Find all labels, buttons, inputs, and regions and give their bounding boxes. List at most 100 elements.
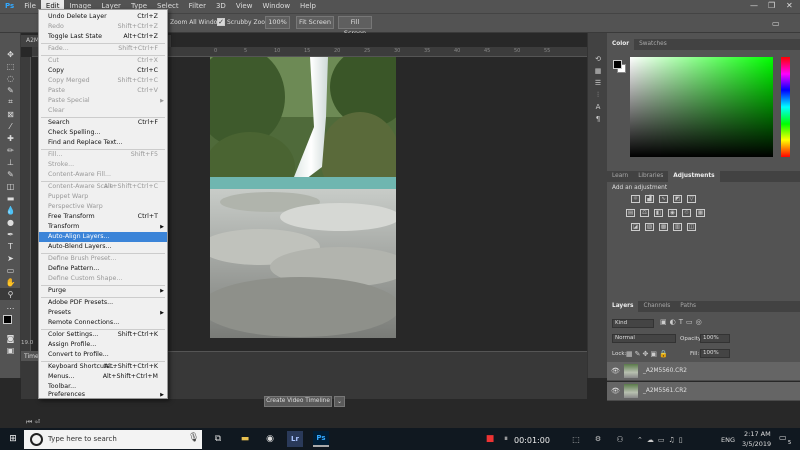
color-lookup-icon[interactable]: ▦ xyxy=(696,209,705,217)
tab-learn[interactable]: Learn xyxy=(607,171,633,182)
marquee-tool-icon[interactable]: ⬚ xyxy=(0,60,21,72)
fill-input[interactable]: 100% xyxy=(700,349,730,358)
posterize-icon[interactable]: ▧ xyxy=(645,223,654,231)
blur-tool-icon[interactable]: 💧 xyxy=(0,204,21,216)
menu-help[interactable]: Help xyxy=(295,0,321,13)
move-tool-icon[interactable]: ✥ xyxy=(0,48,21,60)
timeline-controls[interactable]: ⏮ ⏎ xyxy=(26,418,40,427)
threshold-icon[interactable]: ▩ xyxy=(659,223,668,231)
dodge-tool-icon[interactable]: ● xyxy=(0,216,21,228)
foreground-color-icon[interactable] xyxy=(3,315,12,324)
menu-item-paste-special[interactable]: Paste Special ▶ xyxy=(39,96,167,106)
ps-logo-icon[interactable]: Ps xyxy=(0,0,19,13)
history-brush-icon[interactable]: ✎ xyxy=(0,168,21,180)
eye-icon[interactable]: 👁 xyxy=(611,382,620,401)
menu-item-free-transform[interactable]: Free Transform Ctrl+T xyxy=(39,212,167,222)
photoshop-icon[interactable]: Ps xyxy=(313,431,329,447)
zoom-100-button[interactable]: 100% xyxy=(265,16,290,29)
brush-settings-icon[interactable]: ▦ xyxy=(588,65,608,77)
task-view-icon[interactable]: ⧉ xyxy=(210,431,226,447)
hand-tool-icon[interactable]: ✋ xyxy=(0,276,21,288)
menu-view[interactable]: View xyxy=(231,0,258,13)
create-video-timeline-button[interactable]: Create Video Timeline xyxy=(264,396,332,407)
blend-mode-select[interactable]: Normal xyxy=(612,334,676,343)
menu-item-color-settings[interactable]: Color Settings... Shift+Ctrl+K xyxy=(39,330,167,340)
bw-icon[interactable]: ◧ xyxy=(654,209,663,217)
eraser-tool-icon[interactable]: ◫ xyxy=(0,180,21,192)
eyedropper-tool-icon[interactable]: ⁄ xyxy=(0,120,21,132)
color-balance-icon[interactable]: ⚖ xyxy=(640,209,649,217)
path-select-tool-icon[interactable]: ➤ xyxy=(0,252,21,264)
photo-filter-icon[interactable]: ◉ xyxy=(668,209,677,217)
minimize-icon[interactable]: — xyxy=(750,1,758,10)
crop-tool-icon[interactable]: ⌗ xyxy=(0,96,21,108)
menu-item-define-shape[interactable]: Define Custom Shape... xyxy=(39,274,167,284)
hue-sat-icon[interactable]: ▤ xyxy=(626,209,635,217)
lock-icons[interactable]: ▦✎✥▣🔒 xyxy=(626,350,670,358)
menu-item-redo[interactable]: Redo Shift+Ctrl+Z xyxy=(39,22,167,32)
tab-paths[interactable]: Paths xyxy=(675,301,701,312)
menu-item-perspective-warp[interactable]: Perspective Warp xyxy=(39,202,167,212)
paragraph-icon[interactable]: ¶ xyxy=(588,113,608,125)
frame-tool-icon[interactable]: ⊠ xyxy=(0,108,21,120)
layer-row[interactable]: 👁 _A2M5560.CR2 xyxy=(607,362,800,381)
record-stop-icon[interactable]: ■ xyxy=(482,431,498,447)
fit-screen-button[interactable]: Fit Screen xyxy=(296,16,334,29)
tab-swatches[interactable]: Swatches xyxy=(634,39,672,50)
microphone-icon[interactable]: 🎙 xyxy=(188,433,199,443)
menu-item-search[interactable]: Search Ctrl+F xyxy=(39,118,167,128)
menu-item-undo[interactable]: Undo Delete Layer Ctrl+Z xyxy=(39,12,167,22)
menu-item-find-replace[interactable]: Find and Replace Text... xyxy=(39,138,167,148)
chrome-icon[interactable]: ◉ xyxy=(262,431,278,447)
menu-item-fade[interactable]: Fade... Shift+Ctrl+F xyxy=(39,44,167,54)
menu-item-cut[interactable]: Cut Ctrl+X xyxy=(39,56,167,66)
menu-item-remote-connections[interactable]: Remote Connections... xyxy=(39,318,167,328)
type-tool-icon[interactable]: T xyxy=(0,240,21,252)
notifications-icon[interactable]: ▭ xyxy=(779,433,787,442)
curves-icon[interactable]: ∿ xyxy=(659,195,668,203)
people-icon[interactable]: ⚇ xyxy=(612,431,628,447)
menu-item-toggle-last-state[interactable]: Toggle Last State Alt+Ctrl+Z xyxy=(39,32,167,42)
menu-item-copy[interactable]: Copy Ctrl+C xyxy=(39,66,167,76)
menu-item-fill[interactable]: Fill... Shift+F5 xyxy=(39,150,167,160)
menu-filter[interactable]: Filter xyxy=(184,0,211,13)
file-explorer-icon[interactable]: ▬ xyxy=(237,431,253,447)
tab-adjustments[interactable]: Adjustments xyxy=(668,171,720,182)
opacity-input[interactable]: 100% xyxy=(700,334,730,343)
menu-item-puppet-warp[interactable]: Puppet Warp xyxy=(39,192,167,202)
brightness-icon[interactable]: ☼ xyxy=(631,195,640,203)
vibrance-icon[interactable]: ▽ xyxy=(687,195,696,203)
layer-row[interactable]: 👁 _A2M5561.CR2 xyxy=(607,382,800,401)
gradient-map-icon[interactable]: ▥ xyxy=(673,223,682,231)
settings-icon[interactable]: ⚙ xyxy=(590,431,606,447)
hue-slider[interactable] xyxy=(781,57,790,157)
invert-icon[interactable]: ◪ xyxy=(631,223,640,231)
pause-icon[interactable]: ⏸ xyxy=(498,431,514,447)
clock-time[interactable]: 2:17 AM xyxy=(744,430,771,438)
stamp-tool-icon[interactable]: ⊥ xyxy=(0,156,21,168)
menu-item-preferences[interactable]: Preferences ▶ xyxy=(39,391,167,398)
cortana-icon[interactable] xyxy=(30,433,43,446)
tab-libraries[interactable]: Libraries xyxy=(633,171,668,182)
waterfall-photo[interactable] xyxy=(210,57,396,338)
brush-tool-icon[interactable]: ✏ xyxy=(0,144,21,156)
menu-item-menus[interactable]: Menus... Alt+Shift+Ctrl+M xyxy=(39,372,167,382)
eye-icon[interactable]: 👁 xyxy=(611,362,620,381)
levels-icon[interactable]: ▟ xyxy=(645,195,654,203)
close-icon[interactable]: ✕ xyxy=(786,1,793,10)
quick-mask-icon[interactable]: ◙ xyxy=(0,332,21,344)
layer-filter-icons[interactable]: ▣◐T▭◎ xyxy=(660,318,705,326)
menu-item-content-aware-scale[interactable]: Content-Aware Scale Alt+Shift+Ctrl+C xyxy=(39,182,167,192)
character-icon[interactable]: A xyxy=(588,101,608,113)
menu-item-auto-blend-layers[interactable]: Auto-Blend Layers... xyxy=(39,242,167,252)
tab-color[interactable]: Color xyxy=(607,39,635,50)
windows-start-icon[interactable]: ⊞ xyxy=(5,431,21,447)
menu-item-check-spelling[interactable]: Check Spelling... xyxy=(39,128,167,138)
more-tools-icon[interactable]: … xyxy=(0,300,21,312)
menu-window[interactable]: Window xyxy=(257,0,295,13)
lightroom-icon[interactable]: Lr xyxy=(287,431,303,447)
menu-item-convert-profile[interactable]: Convert to Profile... xyxy=(39,350,167,360)
menu-item-content-aware-fill[interactable]: Content-Aware Fill... xyxy=(39,170,167,180)
menu-item-assign-profile[interactable]: Assign Profile... xyxy=(39,340,167,350)
gradient-tool-icon[interactable]: ▬ xyxy=(0,192,21,204)
